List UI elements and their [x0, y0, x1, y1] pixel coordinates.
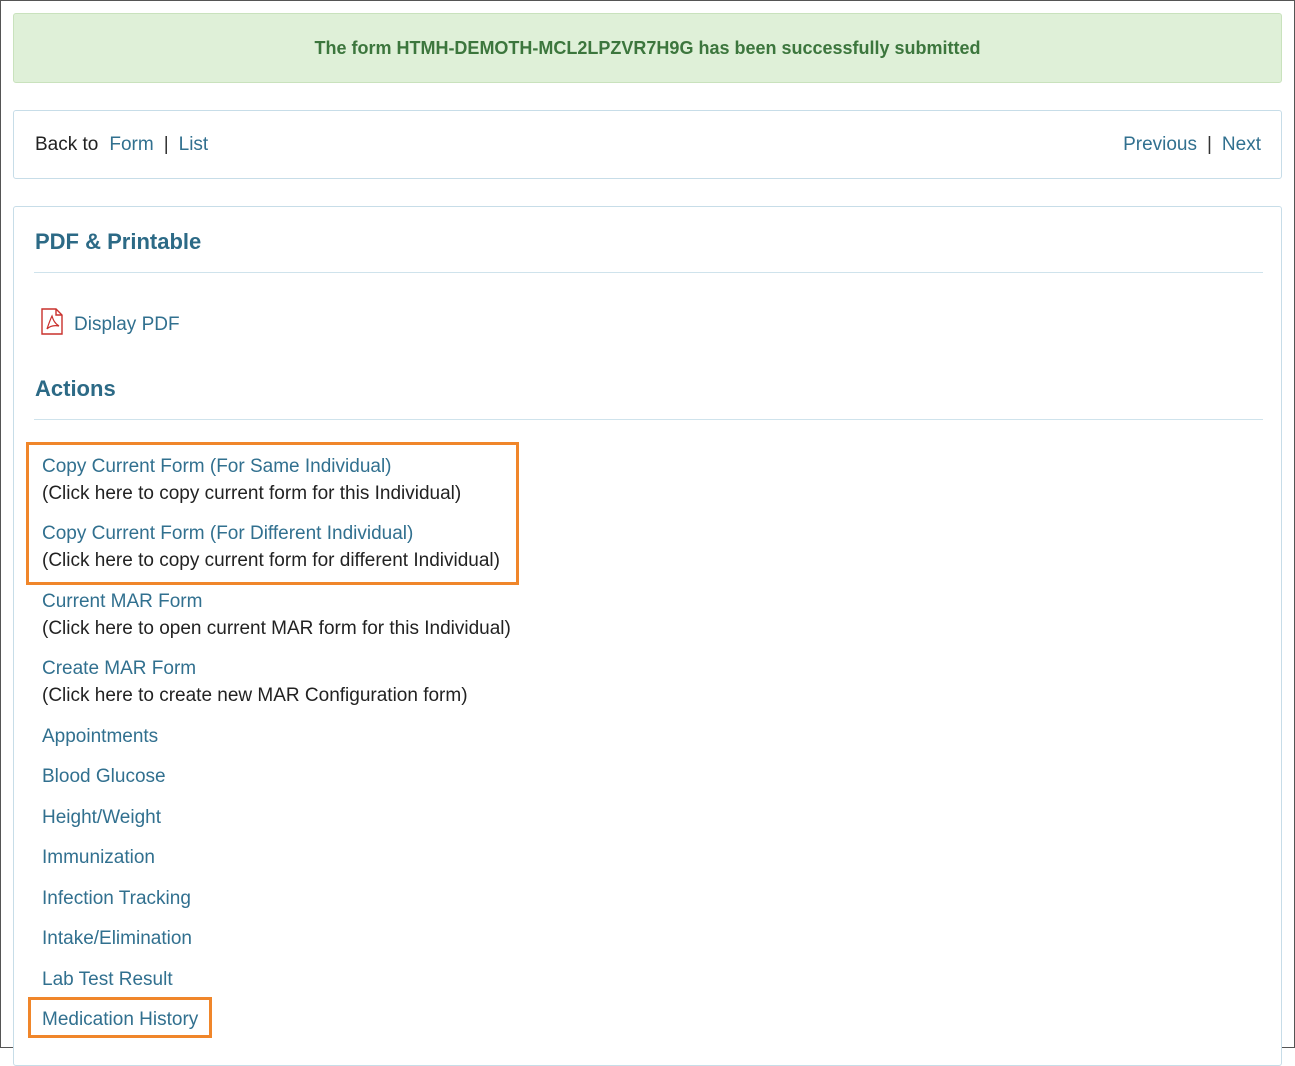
display-pdf-row[interactable]: Display PDF: [40, 308, 180, 341]
main-panel: PDF & Printable Display PDF Actions Copy…: [13, 206, 1282, 1066]
action-blood-glucose: Blood Glucose: [42, 763, 166, 790]
previous-link[interactable]: Previous: [1123, 134, 1197, 156]
blood-glucose-link[interactable]: Blood Glucose: [42, 766, 166, 787]
divider: [34, 272, 1263, 273]
back-to-label: Back to: [35, 133, 99, 155]
action-lab-test-result: Lab Test Result: [42, 966, 173, 993]
appointments-link[interactable]: Appointments: [42, 726, 158, 747]
action-medication-history: Medication History: [42, 1006, 198, 1033]
height-weight-link[interactable]: Height/Weight: [42, 807, 161, 828]
action-height-weight: Height/Weight: [42, 804, 161, 831]
immunization-link[interactable]: Immunization: [42, 847, 155, 868]
record-navigation: Previous | Next: [1123, 134, 1261, 156]
action-copy-different: Copy Current Form (For Different Individ…: [42, 520, 500, 574]
intake-elimination-link[interactable]: Intake/Elimination: [42, 928, 192, 949]
next-link[interactable]: Next: [1222, 134, 1261, 156]
nav-separator: |: [163, 133, 169, 155]
action-intake-elimination: Intake/Elimination: [42, 925, 192, 952]
pdf-section-title: PDF & Printable: [35, 229, 202, 254]
lab-test-result-link[interactable]: Lab Test Result: [42, 969, 173, 990]
copy-same-individual-link[interactable]: Copy Current Form (For Same Individual): [42, 456, 392, 477]
medication-history-link[interactable]: Medication History: [42, 1009, 198, 1030]
list-link[interactable]: List: [179, 134, 209, 156]
back-navigation: Back to Form | List: [35, 134, 208, 156]
divider: [34, 419, 1263, 420]
success-message: The form HTMH-DEMOTH-MCL2LPZVR7H9G has b…: [314, 37, 981, 58]
form-link[interactable]: Form: [109, 134, 153, 156]
action-description: (Click here to create new MAR Configurat…: [42, 685, 468, 706]
success-alert: The form HTMH-DEMOTH-MCL2LPZVR7H9G has b…: [13, 13, 1282, 83]
action-description: (Click here to open current MAR form for…: [42, 618, 511, 639]
actions-section-title: Actions: [35, 376, 116, 401]
pdf-icon: [40, 308, 74, 341]
action-immunization: Immunization: [42, 844, 155, 871]
current-mar-form-link[interactable]: Current MAR Form: [42, 591, 202, 612]
navigation-bar: Back to Form | List Previous | Next: [13, 110, 1282, 179]
action-copy-same: Copy Current Form (For Same Individual) …: [42, 453, 461, 507]
infection-tracking-link[interactable]: Infection Tracking: [42, 888, 191, 909]
create-mar-form-link[interactable]: Create MAR Form: [42, 658, 196, 679]
action-description: (Click here to copy current form for dif…: [42, 550, 500, 571]
action-description: (Click here to copy current form for thi…: [42, 483, 462, 504]
action-current-mar: Current MAR Form (Click here to open cur…: [42, 588, 511, 642]
action-appointments: Appointments: [42, 723, 158, 750]
nav-separator: |: [1206, 133, 1212, 155]
action-infection-tracking: Infection Tracking: [42, 885, 191, 912]
action-create-mar: Create MAR Form (Click here to create ne…: [42, 655, 468, 709]
display-pdf-link[interactable]: Display PDF: [74, 314, 180, 336]
copy-different-individual-link[interactable]: Copy Current Form (For Different Individ…: [42, 523, 413, 544]
